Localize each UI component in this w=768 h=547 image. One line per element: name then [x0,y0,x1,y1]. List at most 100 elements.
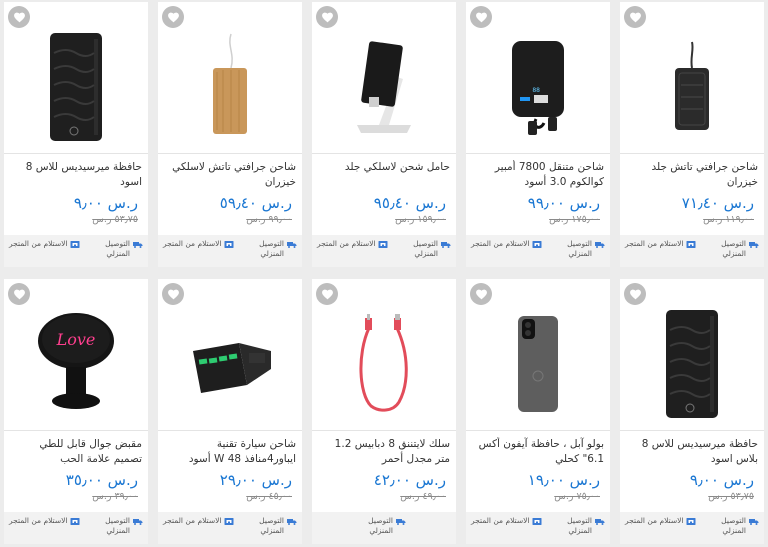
delivery-option: التوصيل المنزلي [407,239,451,267]
old-price: ٥٣٫٧٥ ر.س [708,491,754,502]
product-image[interactable] [312,22,456,152]
pickup-label: الاستلام من المتجر [163,239,222,248]
product-image[interactable] [620,299,764,429]
product-card[interactable]: سلك لايتننق 8 دبابيس 1.2 متر مجدل أحمر ر… [312,279,456,544]
pickup-label: الاستلام من المتجر [471,239,530,248]
product-image[interactable] [312,299,456,429]
old-price: ٣٩٫٠٠ ر.س [92,491,138,502]
price-block: ر.س ٢٩٫٠٠ ٤٥٫٠٠ ر.س [164,471,292,502]
fulfillment-options: التوصيل المنزلي [312,512,456,544]
price: ر.س ٢٩٫٠٠ [219,471,292,489]
divider [4,430,148,431]
pickup-option: الاستلام من المتجر [471,239,542,267]
product-title[interactable]: شاحن جرافتي تاتش لاسلكي خيزران [164,160,296,192]
price: ر.س ٥٩٫٤٠ [219,194,292,212]
pickup-option: الاستلام من المتجر [625,239,696,267]
store-icon [70,239,80,252]
pickup-option: الاستلام من المتجر [471,516,542,544]
pickup-label: الاستلام من المتجر [625,239,684,248]
delivery-option: التوصيل المنزلي [99,516,143,544]
price-block: ر.س ٥٩٫٤٠ ٩٩٫٠٠ ر.س [164,194,292,225]
pickup-option: الاستلام من المتجر [9,516,80,544]
old-price: ٤٥٫٠٠ ر.س [246,491,292,502]
product-card[interactable]: شاحن جرافتي تاتش لاسلكي خيزران ر.س ٥٩٫٤٠… [158,2,302,267]
product-title[interactable]: حامل شحن لاسلكي جلد [318,160,450,192]
delivery-option: التوصيل المنزلي [561,516,605,544]
product-card[interactable]: Love مقبض جوال قابل للطي تصميم علامة الح… [4,279,148,544]
delivery-truck-icon [133,239,143,252]
product-card[interactable]: شاحن جرافتي تاتش جلد خيزران ر.س ٧١٫٤٠ ١١… [620,2,764,267]
price-block: ر.س ٧١٫٤٠ ١١٩٫٠٠ ر.س [626,194,754,225]
product-card[interactable]: شاحن سيارة تقنية ايباور4منافذ 48 W أسود … [158,279,302,544]
divider [466,430,610,431]
pickup-option: الاستلام من المتجر [163,516,234,544]
delivery-label: التوصيل المنزلي [413,239,438,258]
product-title[interactable]: شاحن سيارة تقنية ايباور4منافذ 48 W أسود [164,437,296,469]
product-image[interactable] [158,299,302,429]
product-title[interactable]: شاحن متنقل 7800 أمبير كوالكوم 3.0 أسود [472,160,604,192]
price: ر.س ٤٢٫٠٠ [373,471,446,489]
old-price: ٥٣٫٧٥ ر.س [92,214,138,225]
divider [620,430,764,431]
product-card[interactable]: بولو آبل ، حافظة آيفون أكس 6.1" كحلي ر.س… [466,279,610,544]
price-block: ر.س ٩٩٫٠٠ ١٧٥٫٠٠ ر.س [472,194,600,225]
delivery-truck-icon [749,239,759,252]
product-card[interactable]: حافظة ميرسيديس للاس 8 اسود ر.س ٩٫٠٠ ٥٣٫٧… [4,2,148,267]
price: ر.س ٩٫٠٠ [689,471,754,489]
delivery-truck-icon [396,516,406,529]
product-image[interactable] [466,299,610,429]
pickup-option: الاستلام من المتجر [9,239,80,267]
old-price: ٩٩٫٠٠ ر.س [246,214,292,225]
product-card[interactable]: حامل شحن لاسلكي جلد ر.س ٩٥٫٤٠ ١٥٩٫٠٠ ر.س… [312,2,456,267]
price: ر.س ٩٥٫٤٠ [373,194,446,212]
fulfillment-options: التوصيل المنزلي الاستلام من المتجر [158,235,302,267]
price-block: ر.س ٤٢٫٠٠ ٤٩٫٠٠ ر.س [318,471,446,502]
fulfillment-options: التوصيل المنزلي الاستلام من المتجر [4,235,148,267]
delivery-label: التوصيل المنزلي [259,239,284,258]
pickup-label: الاستلام من المتجر [9,239,68,248]
product-image[interactable] [620,22,764,152]
product-card[interactable]: 88 شاحن متنقل 7800 أمبير كوالكوم 3.0 أسو… [466,2,610,267]
product-title[interactable]: بولو آبل ، حافظة آيفون أكس 6.1" كحلي [472,437,604,469]
delivery-option: التوصيل المنزلي [99,239,143,267]
pickup-option: الاستلام من المتجر [625,516,696,544]
product-title[interactable]: سلك لايتننق 8 دبابيس 1.2 متر مجدل أحمر [318,437,450,469]
store-icon [224,516,234,529]
divider [620,153,764,154]
divider [312,430,456,431]
delivery-truck-icon [287,239,297,252]
fulfillment-options: التوصيل المنزلي الاستلام من المتجر [4,512,148,544]
product-title[interactable]: حافظة ميرسيديس للاس 8 بلاس اسود [626,437,758,469]
fulfillment-options: التوصيل المنزلي الاستلام من المتجر [466,512,610,544]
store-icon [532,516,542,529]
product-image[interactable] [158,22,302,152]
price-block: ر.س ٩٫٠٠ ٥٣٫٧٥ ر.س [626,471,754,502]
product-image[interactable] [4,22,148,152]
old-price: ١٥٩٫٠٠ ر.س [395,214,446,225]
delivery-truck-icon [133,516,143,529]
divider [312,153,456,154]
delivery-option: التوصيل المنزلي [362,516,406,544]
product-image[interactable]: 88 [466,22,610,152]
product-title[interactable]: حافظة ميرسيديس للاس 8 اسود [10,160,142,192]
pickup-option: الاستلام من المتجر [317,239,388,267]
svg-text:88: 88 [532,87,540,94]
pickup-label: الاستلام من المتجر [471,516,530,525]
product-card[interactable]: حافظة ميرسيديس للاس 8 بلاس اسود ر.س ٩٫٠٠… [620,279,764,544]
divider [158,430,302,431]
old-price: ١٧٥٫٠٠ ر.س [549,214,600,225]
delivery-truck-icon [287,516,297,529]
product-title[interactable]: مقبض جوال قابل للطي تصميم علامة الحب [10,437,142,469]
delivery-option: التوصيل المنزلي [715,239,759,267]
price-block: ر.س ١٩٫٠٠ ٧٥٫٠٠ ر.س [472,471,600,502]
divider [466,153,610,154]
delivery-label: التوصيل المنزلي [259,516,284,535]
delivery-option: التوصيل المنزلي [253,516,297,544]
fulfillment-options: التوصيل المنزلي الاستلام من المتجر [620,512,764,544]
product-image[interactable]: Love [4,299,148,429]
store-icon [686,239,696,252]
product-title[interactable]: شاحن جرافتي تاتش جلد خيزران [626,160,758,192]
delivery-label: التوصيل المنزلي [567,239,592,258]
store-icon [532,239,542,252]
fulfillment-options: التوصيل المنزلي الاستلام من المتجر [158,512,302,544]
